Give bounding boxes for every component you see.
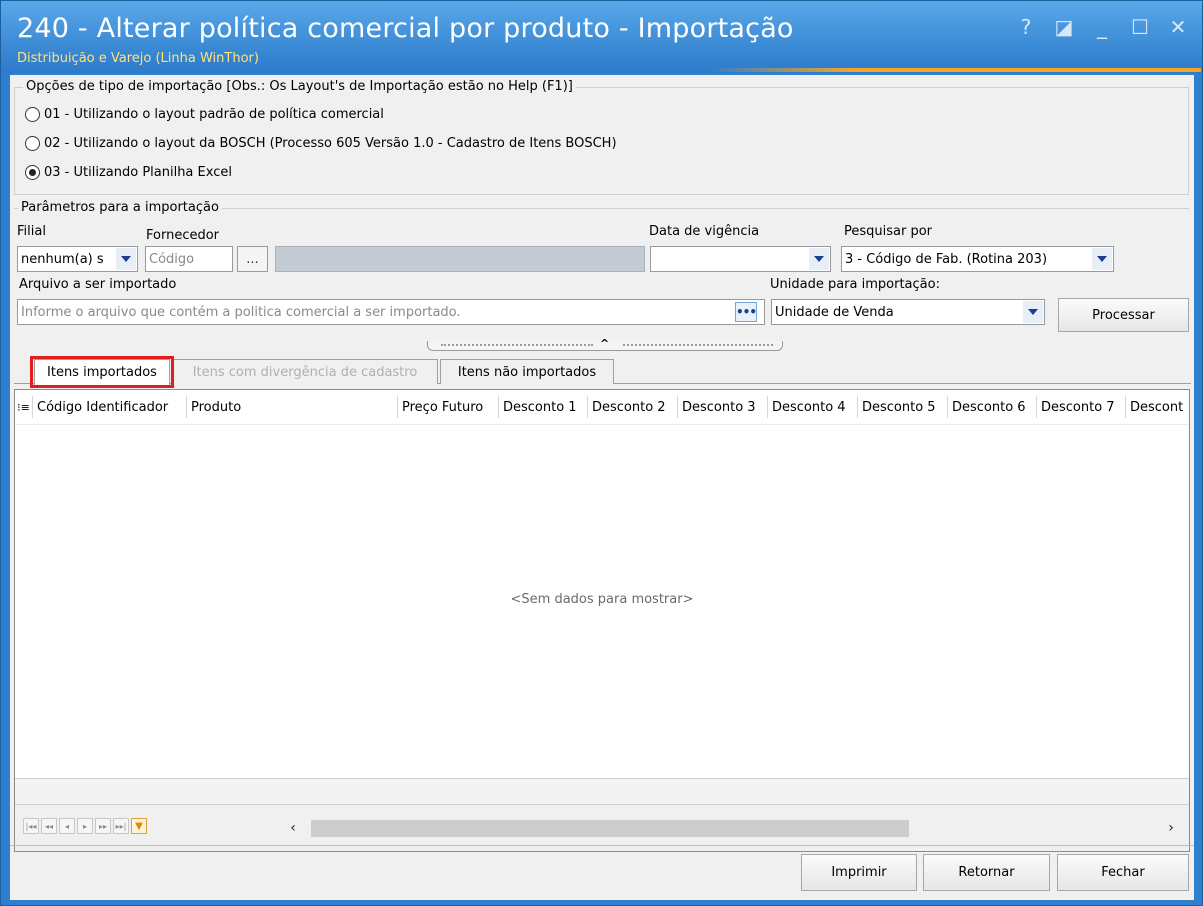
browse-file-button[interactable]: ••• <box>735 302 757 322</box>
chevron-down-icon[interactable] <box>809 248 829 270</box>
pesquisar-combo[interactable]: 3 - Código de Fab. (Rotina 203) <box>841 246 1114 272</box>
imprimir-button[interactable]: Imprimir <box>801 854 917 891</box>
fornecedor-label: Fornecedor <box>146 228 220 243</box>
fornecedor-name-field <box>275 246 645 272</box>
option-01-label: 01 - Utilizando o layout padrão de polít… <box>44 107 384 122</box>
params-legend: Parâmetros para a importação <box>18 200 222 215</box>
pesquisar-value: 3 - Código de Fab. (Rotina 203) <box>845 251 1048 267</box>
column-header[interactable]: Produto <box>187 396 398 418</box>
radio-icon[interactable] <box>25 107 40 122</box>
window-subtitle: Distribuição e Varejo (Linha WinThor) <box>17 51 259 66</box>
minimize-icon[interactable]: _ <box>1092 15 1112 39</box>
grid-navigator: |◂◂ ◂◂ ◂ ▸ ▸▸ ▸▸| ▼ ‹ › <box>15 804 1189 851</box>
pesquisar-label: Pesquisar por <box>844 224 933 239</box>
next-record-icon[interactable]: ▸ <box>77 818 93 834</box>
unidade-label: Unidade para importação: <box>770 277 940 292</box>
horizontal-scrollbar[interactable]: ‹ › <box>283 818 1181 838</box>
window-title: 240 - Alterar política comercial por pro… <box>17 13 794 44</box>
window-controls: ? ◪ _ ☐ ✕ <box>1016 15 1188 39</box>
arquivo-placeholder: Informe o arquivo que contém a politica … <box>21 304 461 320</box>
prev-page-icon[interactable]: ◂◂ <box>41 818 57 834</box>
radio-icon[interactable] <box>25 136 40 151</box>
column-header[interactable]: Desconto 1 <box>499 396 588 418</box>
chevron-down-icon[interactable] <box>116 248 136 270</box>
column-header[interactable]: Desconto 7 <box>1037 396 1126 418</box>
option-02-radio[interactable]: 02 - Utilizando o layout da BOSCH (Proce… <box>25 136 617 151</box>
filial-label: Filial <box>17 224 46 239</box>
close-icon[interactable]: ✕ <box>1168 15 1188 39</box>
column-header[interactable]: Desconto 4 <box>768 396 858 418</box>
tab-itens-divergencia[interactable]: Itens com divergência de cadastro <box>172 359 438 384</box>
column-header[interactable]: Desconto 6 <box>948 396 1037 418</box>
filial-combo[interactable]: nenhum(a) s <box>17 246 138 272</box>
column-header[interactable]: Preço Futuro <box>398 396 499 418</box>
scroll-right-icon[interactable]: › <box>1161 820 1181 836</box>
radio-checked-icon[interactable] <box>25 165 40 180</box>
title-accent-line <box>707 68 1201 72</box>
chevron-up-icon[interactable]: ^ <box>600 337 609 350</box>
last-record-icon[interactable]: ▸▸| <box>113 818 129 834</box>
items-grid[interactable]: ⁝≡ Código Identificador Produto Preço Fu… <box>14 389 1190 852</box>
arquivo-label: Arquivo a ser importado <box>19 277 177 292</box>
chevron-down-icon[interactable] <box>1092 248 1112 270</box>
collapse-splitter[interactable]: ^ <box>427 337 783 353</box>
footer-divider <box>10 845 1194 846</box>
tab-itens-nao-importados[interactable]: Itens não importados <box>440 359 614 384</box>
maximize-icon[interactable]: ☐ <box>1130 15 1150 39</box>
retornar-button[interactable]: Retornar <box>923 854 1050 891</box>
scroll-thumb[interactable] <box>311 819 909 837</box>
navigator-buttons: |◂◂ ◂◂ ◂ ▸ ▸▸ ▸▸| ▼ <box>23 818 147 834</box>
column-header[interactable]: Código Identificador <box>33 396 187 418</box>
filter-icon[interactable]: ▼ <box>131 818 147 834</box>
column-header[interactable]: Desconto 5 <box>858 396 948 418</box>
column-header[interactable]: Descont <box>1126 396 1186 418</box>
option-03-label: 03 - Utilizando Planilha Excel <box>44 165 232 180</box>
help-icon[interactable]: ? <box>1016 15 1036 39</box>
data-vigencia-label: Data de vigência <box>649 224 760 239</box>
chevron-down-icon[interactable] <box>1023 301 1043 323</box>
data-vigencia-picker[interactable] <box>650 246 831 272</box>
column-header[interactable]: Desconto 3 <box>678 396 768 418</box>
client-area: Opções de tipo de importação [Obs.: Os L… <box>10 75 1194 900</box>
title-bar: 240 - Alterar política comercial por pro… <box>1 1 1202 73</box>
app-window: 240 - Alterar política comercial por pro… <box>0 0 1203 906</box>
column-header[interactable]: Desconto 2 <box>588 396 678 418</box>
unidade-combo[interactable]: Unidade de Venda <box>771 299 1045 325</box>
highlight-box <box>30 356 174 388</box>
option-03-radio[interactable]: 03 - Utilizando Planilha Excel <box>25 165 232 180</box>
fechar-button[interactable]: Fechar <box>1057 854 1189 891</box>
import-options-group: Opções de tipo de importação [Obs.: Os L… <box>14 79 1189 195</box>
option-02-label: 02 - Utilizando o layout da BOSCH (Proce… <box>44 136 617 151</box>
next-page-icon[interactable]: ▸▸ <box>95 818 111 834</box>
splitter-dots-right <box>623 344 773 346</box>
import-options-legend: Opções de tipo de importação [Obs.: Os L… <box>23 79 576 94</box>
fornecedor-search-button[interactable]: ... <box>237 246 268 272</box>
empty-grid-message: <Sem dados para mostrar> <box>510 592 694 607</box>
column-chooser-icon[interactable]: ⁝≡ <box>15 396 33 418</box>
unidade-value: Unidade de Venda <box>775 304 894 320</box>
prev-record-icon[interactable]: ◂ <box>59 818 75 834</box>
restore-icon[interactable]: ◪ <box>1054 15 1074 39</box>
filial-value: nenhum(a) s <box>21 251 104 267</box>
fornecedor-code-input[interactable]: Código <box>145 246 233 272</box>
option-01-radio[interactable]: 01 - Utilizando o layout padrão de polít… <box>25 107 384 122</box>
processar-button[interactable]: Processar <box>1058 298 1189 332</box>
splitter-dots-left <box>441 344 593 346</box>
arquivo-input[interactable]: Informe o arquivo que contém a politica … <box>17 299 765 325</box>
grid-header: ⁝≡ Código Identificador Produto Preço Fu… <box>15 390 1189 425</box>
grid-footer <box>15 778 1189 804</box>
first-record-icon[interactable]: |◂◂ <box>23 818 39 834</box>
scroll-left-icon[interactable]: ‹ <box>283 820 303 836</box>
